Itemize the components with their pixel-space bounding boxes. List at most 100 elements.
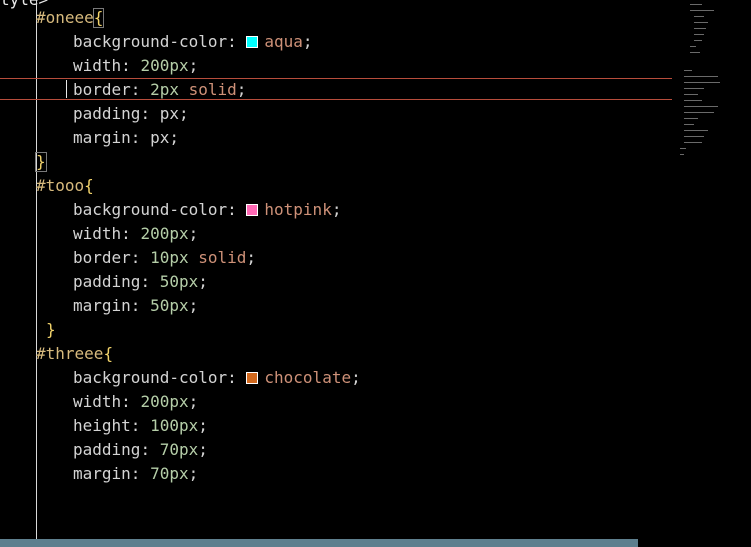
colon: : [140,104,160,123]
minimap-line [690,4,702,5]
color-swatch-icon[interactable] [246,372,259,384]
colon: : [130,296,151,315]
semicolon: ; [188,296,199,315]
css-value: 2px [150,80,179,99]
css-property: padding [73,440,141,459]
css-property: background-color [73,32,228,51]
css-property: padding [73,272,141,291]
semicolon: ; [188,464,199,483]
semicolon: ; [188,56,199,75]
css-property: width [73,56,122,75]
indent-guide [36,195,37,315]
css-property: background-color [73,200,228,219]
css-value: chocolate [264,368,352,387]
colon: : [227,368,247,387]
css-property: border [73,80,131,99]
open-brace: { [92,8,105,28]
css-property: margin [73,128,131,147]
code-line[interactable]: } [35,150,47,174]
code-line[interactable]: background-color: aqua; [73,30,313,54]
minimap-line [684,130,708,131]
css-value: 100px [150,416,199,435]
code-line[interactable]: height: 100px; [73,414,208,438]
minimap-line [684,76,718,77]
code-line[interactable]: border: 10px solid; [73,246,256,270]
minimap-line [684,88,704,89]
minimap-line [684,100,702,101]
semicolon: ; [351,368,361,387]
css-selector: #tooo [36,176,85,195]
open-brace: { [84,176,94,195]
css-value: 50px [159,272,199,291]
minimap-line [694,40,702,41]
css-value: px [150,128,170,147]
css-value: aqua [264,32,303,51]
color-swatch-icon[interactable] [246,36,259,48]
open-brace: { [103,344,114,363]
semicolon: ; [198,440,208,459]
minimap-line [694,34,704,35]
colon: : [130,416,151,435]
colon: : [121,56,141,75]
minimap-line [680,154,684,155]
code-line[interactable]: #threee{ [36,342,113,366]
minimap-line [684,136,704,137]
semicolon: ; [188,224,199,243]
semicolon: ; [331,200,342,219]
indent-guide [36,360,37,530]
css-value [189,248,199,267]
minimap-line [694,28,706,29]
colon: : [227,200,247,219]
minimap-line [680,148,686,149]
code-line[interactable]: margin: px; [73,126,179,150]
code-line[interactable]: #tooo{ [36,174,94,198]
minimap-line [684,124,694,125]
minimap-line [690,10,714,11]
minimap-line [694,22,708,23]
semicolon: ; [169,128,179,147]
css-value: px [159,104,179,123]
colon: : [130,248,151,267]
code-editor[interactable]: tyle> #oneee{background-color: aqua;widt… [0,0,672,547]
code-line[interactable]: background-color: chocolate; [73,366,361,390]
css-value: 10px [150,248,189,267]
css-value: hotpink [264,200,332,219]
css-value: solid [198,248,247,267]
close-brace: } [35,152,47,172]
minimap[interactable] [672,0,751,547]
code-line[interactable]: padding: 70px; [73,438,208,462]
css-property: width [73,392,122,411]
colon: : [130,80,151,99]
colon: : [140,440,160,459]
semicolon: ; [302,32,313,51]
color-swatch-icon[interactable] [246,204,259,216]
css-property: height [73,416,131,435]
css-property: margin [73,464,131,483]
css-value: 50px [150,296,189,315]
code-line[interactable]: border: 2px solid; [73,78,246,102]
code-line[interactable]: padding: px; [73,102,189,126]
code-line[interactable]: background-color: hotpink; [73,198,341,222]
code-line[interactable]: } [46,318,56,342]
css-value: 200px [140,224,189,243]
css-property: padding [73,104,141,123]
code-line[interactable]: padding: 50px; [73,270,208,294]
css-value: solid [188,80,237,99]
code-line[interactable]: #oneee{ [36,6,105,30]
colon: : [121,224,141,243]
css-value: 70px [150,464,189,483]
minimap-line [684,94,698,95]
code-line[interactable]: width: 200px; [73,54,198,78]
semicolon: ; [236,80,247,99]
colon: : [130,464,151,483]
semicolon: ; [198,416,208,435]
css-property: border [73,248,131,267]
code-line[interactable]: margin: 70px; [73,462,198,486]
semicolon: ; [178,104,189,123]
code-line[interactable]: margin: 50px; [73,294,198,318]
minimap-line [684,112,714,113]
minimap-line [694,16,704,17]
code-line[interactable]: width: 200px; [73,390,198,414]
code-line[interactable]: width: 200px; [73,222,198,246]
horizontal-scrollbar[interactable] [0,539,638,547]
